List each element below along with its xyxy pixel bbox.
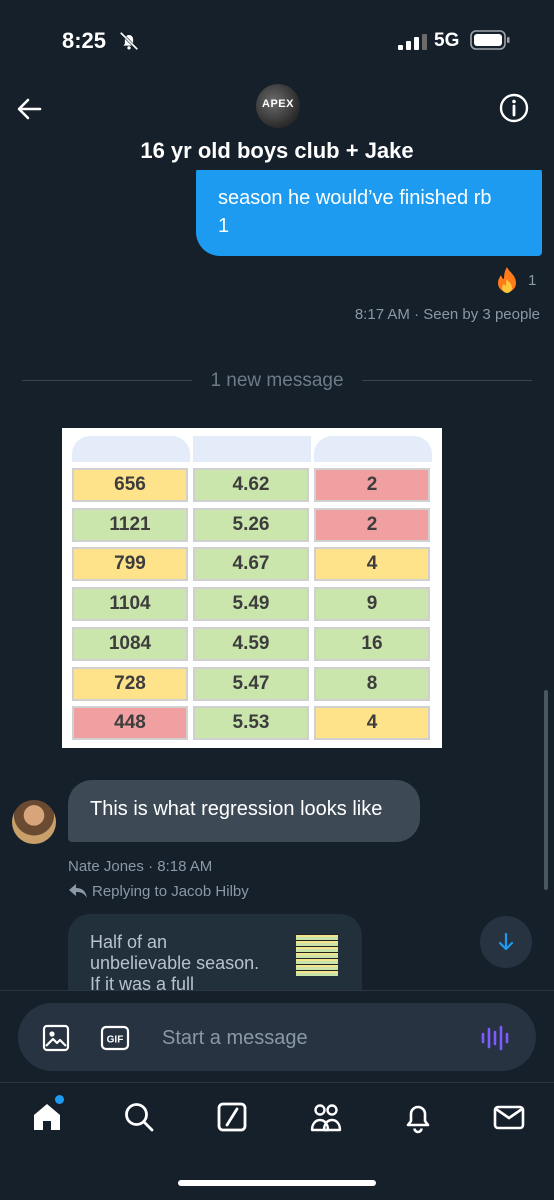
- scroll-to-bottom-button[interactable]: [480, 916, 532, 968]
- reply-context: Replying to Jacob Hilby: [68, 882, 249, 900]
- quoted-line: Half of an: [90, 932, 168, 952]
- reaction[interactable]: 1: [494, 266, 536, 294]
- table-cell: 4.59: [193, 626, 309, 661]
- table-cell: 2: [314, 507, 430, 542]
- scrollbar[interactable]: [544, 690, 548, 890]
- search-icon: [125, 1103, 154, 1132]
- table-cell: 1084: [72, 626, 188, 661]
- communities-icon: [310, 1104, 342, 1132]
- table-cell: 4.67: [193, 547, 309, 582]
- reply-label: Replying to Jacob Hilby: [92, 882, 249, 900]
- home-icon: [34, 1104, 60, 1130]
- sent-message-line: 1: [218, 215, 230, 237]
- network-type: 5G: [434, 30, 460, 51]
- new-message-label: 1 new message: [210, 370, 344, 391]
- conversation[interactable]: season he would’ve finished rb 1 1 8:17 …: [0, 170, 554, 990]
- reaction-count: 1: [528, 271, 537, 289]
- message-composer: GIF: [18, 1003, 536, 1071]
- voice-message-icon[interactable]: [480, 1023, 510, 1053]
- image-icon[interactable]: [42, 1024, 70, 1052]
- table-cell: 4: [314, 547, 430, 582]
- sender-name: Nate Jones: [68, 858, 144, 875]
- sent-message-meta: 8:17 AM · Seen by 3 people: [355, 306, 540, 323]
- arrow-down-icon: [498, 932, 514, 951]
- gif-label: GIF: [107, 1035, 124, 1046]
- received-message-row: This is what regression looks like Nate …: [0, 780, 554, 875]
- bell-off-icon: [119, 31, 139, 51]
- status-time: 8:25: [62, 28, 107, 53]
- sender-avatar[interactable]: [12, 800, 56, 844]
- quoted-image-thumbnail[interactable]: [296, 934, 338, 976]
- table-cell: 5.53: [193, 706, 309, 741]
- notifications-icon: [406, 1105, 430, 1134]
- table-cell: 728: [72, 666, 188, 701]
- tab-notifications[interactable]: [398, 1097, 438, 1137]
- chat-title[interactable]: 16 yr old boys club + Jake: [0, 138, 554, 164]
- table-cell: 5.49: [193, 587, 309, 622]
- tab-search[interactable]: [119, 1097, 159, 1137]
- received-message-bubble[interactable]: This is what regression looks like: [68, 780, 420, 842]
- sent-message-time: 8:17 AM: [354, 306, 410, 323]
- composer-area: GIF: [0, 990, 554, 1082]
- info-icon[interactable]: [498, 92, 530, 124]
- table-cell: 448: [72, 706, 188, 741]
- table-cell: 8: [314, 666, 430, 701]
- table-cell: 4: [314, 706, 430, 741]
- fire-emoji-icon: [498, 267, 516, 293]
- gif-icon[interactable]: GIF: [100, 1025, 130, 1051]
- table-cell: 5.47: [193, 666, 309, 701]
- table-cell: 9: [314, 587, 430, 622]
- signal-icon: [398, 34, 427, 50]
- back-arrow-icon[interactable]: [14, 94, 44, 124]
- status-bar: 8:25 5G: [0, 0, 554, 80]
- tab-communities[interactable]: [306, 1097, 346, 1137]
- message-input[interactable]: [162, 1025, 462, 1051]
- table-cell: 2: [314, 468, 430, 502]
- quoted-message[interactable]: Half of an unbelievable season. If it wa…: [68, 914, 362, 990]
- group-avatar-text: APEX: [262, 98, 294, 110]
- tab-messages[interactable]: [489, 1097, 529, 1137]
- messages-icon: [493, 1105, 525, 1130]
- table-header-cell: [314, 436, 432, 462]
- received-message-meta: Nate Jones · 8:18 AM: [68, 858, 212, 875]
- table-cell: 5.26: [193, 507, 309, 542]
- seen-by: · Seen by 3 people: [414, 306, 540, 323]
- table-header-cell: [193, 436, 311, 462]
- grok-icon: [217, 1102, 247, 1132]
- home-indicator[interactable]: [178, 1180, 376, 1186]
- sent-message-bubble[interactable]: season he would’ve finished rb 1: [196, 170, 542, 256]
- tab-grok[interactable]: [212, 1097, 252, 1137]
- chat-header: APEX 16 yr old boys club + Jake: [0, 80, 554, 180]
- table-cell: 16: [314, 626, 430, 661]
- sent-message-line: season he would’ve finished rb: [218, 187, 492, 209]
- table-cell: 4.62: [193, 468, 309, 502]
- home-notification-dot: [55, 1095, 64, 1104]
- group-avatar[interactable]: APEX: [256, 84, 300, 128]
- table-header-cell: [72, 436, 190, 462]
- reply-arrow-icon: [69, 884, 87, 898]
- quoted-line: If it was a full: [90, 974, 195, 990]
- table-cell: 656: [72, 468, 188, 502]
- table-cell: 1121: [72, 507, 188, 542]
- quoted-line: unbelievable season.: [90, 953, 260, 973]
- table-cell: 799: [72, 547, 188, 582]
- new-message-divider: 1 new message: [22, 370, 532, 391]
- table-cell: 1104: [72, 587, 188, 622]
- battery-icon: [470, 30, 510, 50]
- received-message-time: · 8:18 AM: [148, 858, 213, 875]
- shared-image-table[interactable]: 656 4.62 2 1121 5.26 2 799 4.67 4 1104 5.49 9 1084 4.…: [62, 428, 442, 748]
